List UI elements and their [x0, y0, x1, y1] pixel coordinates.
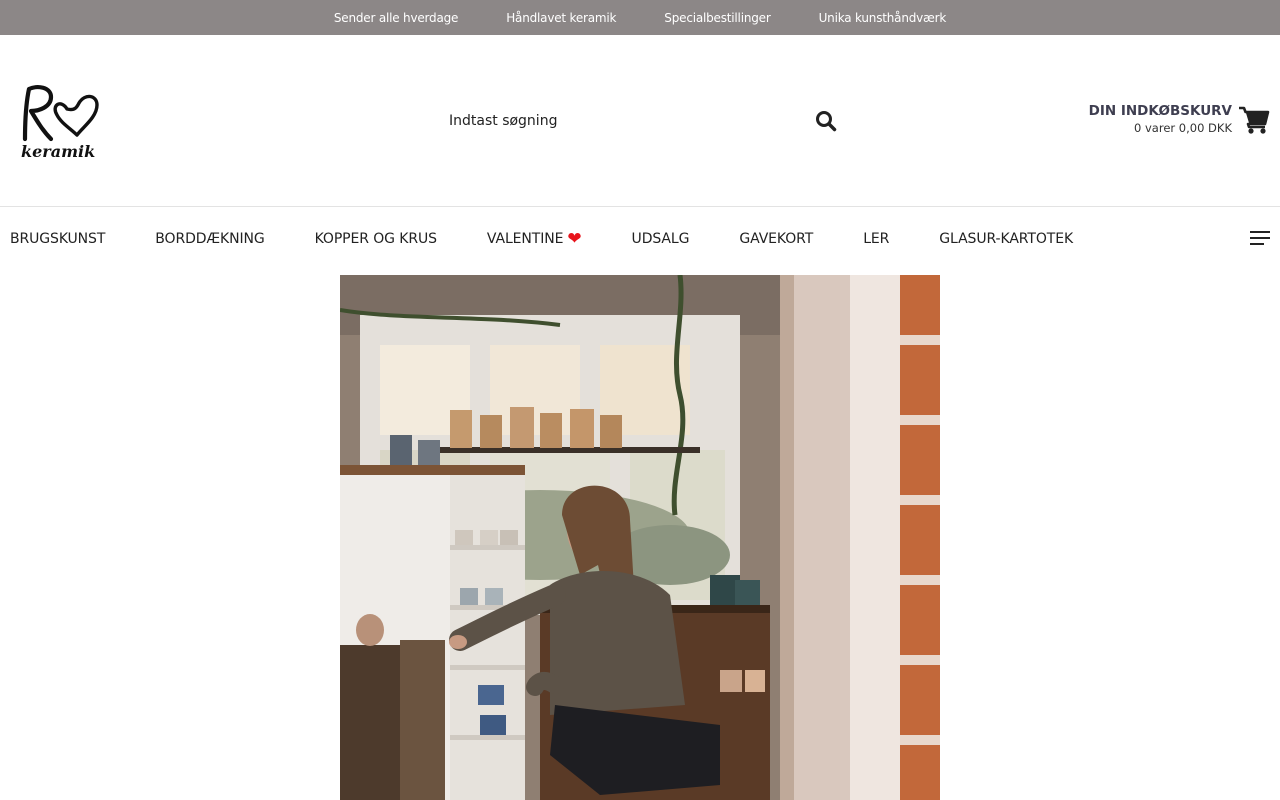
main-navigation: BRUGSKUNST BORDDÆKNING KOPPER OG KRUS VA…: [0, 207, 1280, 271]
cart-summary: 0 varer 0,00 DKK: [1134, 121, 1232, 135]
hamburger-menu-icon[interactable]: [1250, 231, 1270, 247]
search-box: [439, 100, 844, 142]
nav-item-brugskunst[interactable]: BRUGSKUNST: [10, 231, 105, 247]
announcement-item: Håndlavet keramik: [506, 10, 617, 25]
announcement-item: Unika kunsthåndværk: [818, 10, 947, 25]
site-header: keramik DIN INDKØBSKURV 0 varer 0,00 DKK: [0, 35, 1280, 206]
nav-item-kopper-og-krus[interactable]: KOPPER OG KRUS: [315, 231, 437, 247]
cart-widget[interactable]: DIN INDKØBSKURV 0 varer 0,00 DKK: [1089, 101, 1270, 141]
search-button[interactable]: [814, 110, 838, 134]
nav-item-glasur-kartotek[interactable]: GLASUR-KARTOTEK: [939, 231, 1073, 247]
nav-item-udsalg[interactable]: UDSALG: [632, 231, 690, 247]
svg-text:keramik: keramik: [21, 142, 95, 161]
photo-woman-arranging-ceramics: [340, 275, 940, 800]
hero-image: [340, 275, 940, 800]
announcement-item: Specialbestillinger: [664, 10, 771, 25]
search-input[interactable]: [439, 100, 844, 142]
nav-item-gavekort[interactable]: GAVEKORT: [739, 231, 813, 247]
nav-item-borddaekning[interactable]: BORDDÆKNING: [155, 231, 264, 247]
nav-item-valentine[interactable]: VALENTINE ❤: [487, 228, 582, 249]
brand-logo: keramik: [21, 85, 99, 161]
announcement-item: Sender alle hverdage: [333, 10, 459, 25]
heart-icon: ❤: [567, 228, 582, 249]
logo-link[interactable]: keramik: [17, 81, 103, 161]
search-icon: [816, 111, 837, 132]
cart-title: DIN INDKØBSKURV: [1088, 103, 1232, 119]
shopping-cart-icon: [1239, 106, 1270, 134]
nav-item-ler[interactable]: LER: [863, 231, 889, 247]
announcement-bar: Sender alle hverdage Håndlavet keramik S…: [0, 0, 1280, 35]
